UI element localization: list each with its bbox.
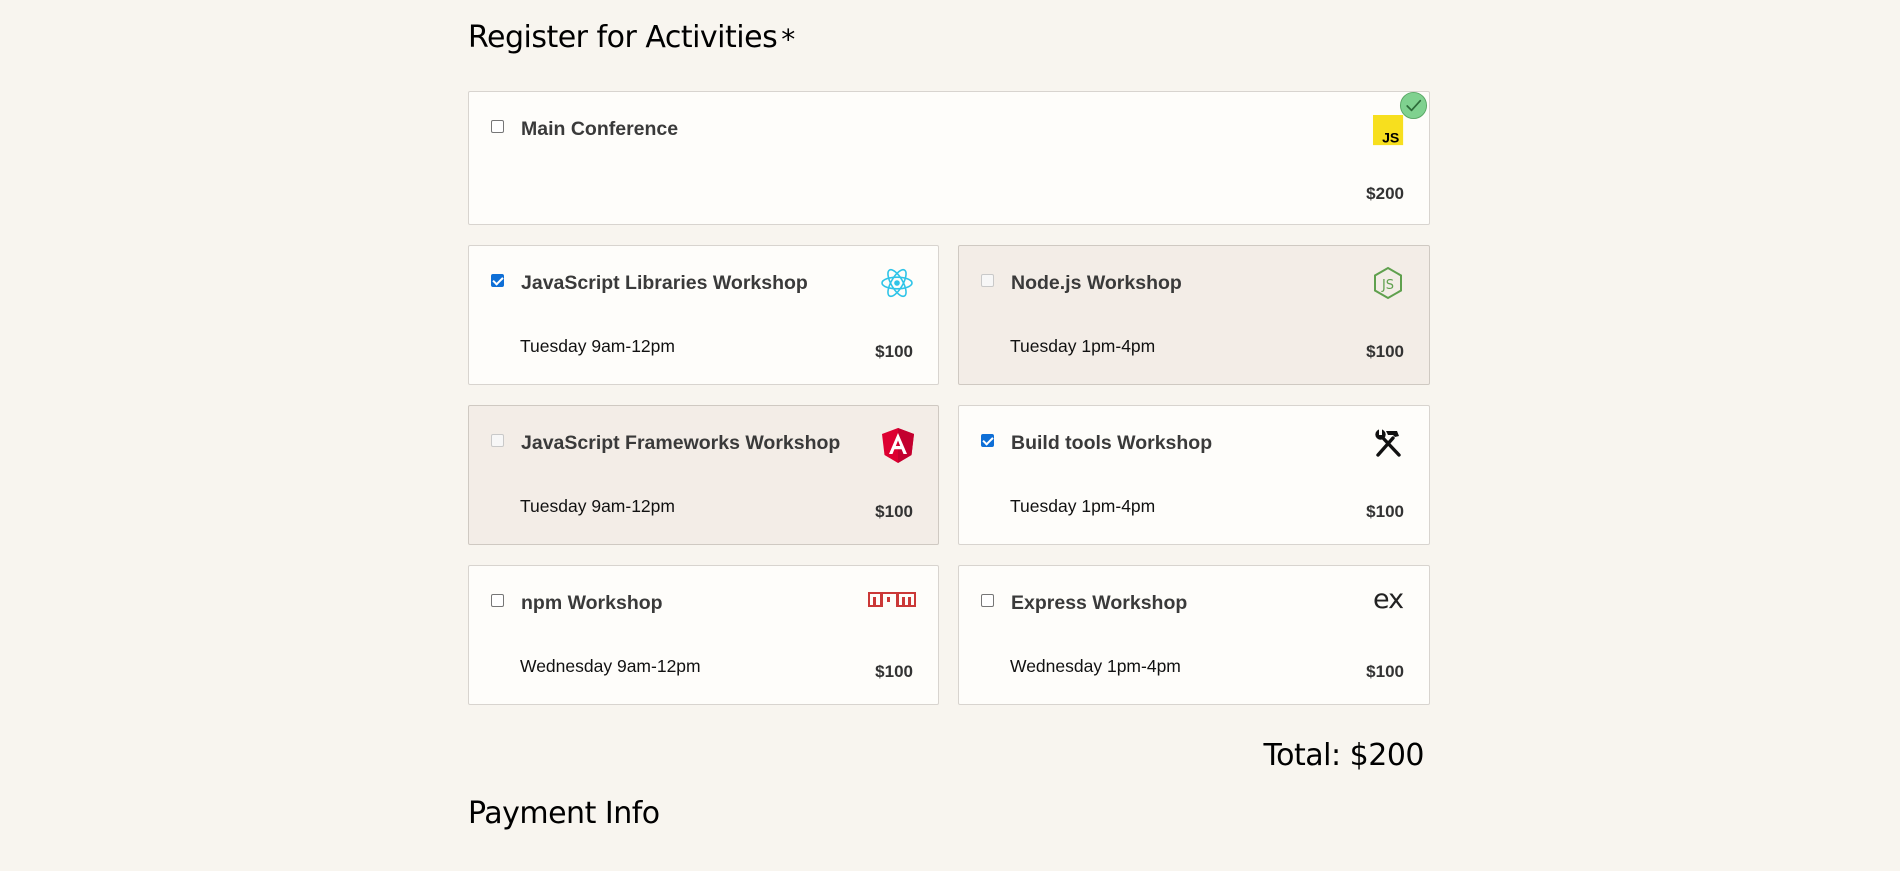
activity-schedule: Tuesday 9am-12pm [520,336,675,356]
react-logo-icon [881,268,913,298]
activity-schedule: Tuesday 1pm-4pm [1010,496,1156,516]
check-circle-icon [1399,91,1428,120]
activity-title: Main Conference [521,118,679,140]
npm-checkbox[interactable] [491,594,504,607]
activity-js-frameworks: JavaScript Frameworks Workshop Tuesday 9… [468,405,939,545]
angular-logo-icon [882,428,914,463]
activity-js-libraries[interactable]: JavaScript Libraries Workshop Tuesday 9a… [468,245,939,385]
activity-price: $200 [1366,184,1404,203]
js-libraries-checkbox[interactable] [491,274,504,287]
express-logo-icon: ex [1373,584,1405,615]
activity-main-conference[interactable]: Main Conference JS $200 [468,91,1430,225]
svg-text:JS: JS [1381,278,1394,293]
payment-heading: Payment Info [468,796,660,831]
activity-title: Build tools Workshop [1011,432,1213,454]
activity-schedule: Wednesday 9am-12pm [520,656,701,676]
activities-heading-text: Register for Activities [468,20,778,55]
hammer-wrench-icon [1375,429,1401,457]
nodejs-checkbox [981,274,994,287]
required-marker: * [781,23,795,56]
activity-title: JavaScript Frameworks Workshop [521,432,841,454]
activity-build-tools[interactable]: Build tools Workshop Tuesday 1pm-4pm $10… [958,405,1430,545]
activity-price: $100 [875,502,913,521]
activity-title: Node.js Workshop [1011,272,1182,294]
activity-title: npm Workshop [521,592,663,614]
activity-schedule: Tuesday 1pm-4pm [1010,336,1156,356]
activity-title: JavaScript Libraries Workshop [521,272,808,294]
activity-title: Express Workshop [1011,592,1188,614]
svg-text:ex: ex [1373,584,1404,615]
activity-nodejs: Node.js Workshop JS Tuesday 1pm-4pm $100 [958,245,1430,385]
main-conference-checkbox[interactable] [491,120,504,133]
activity-schedule: Wednesday 1pm-4pm [1010,656,1181,676]
express-checkbox[interactable] [981,594,994,607]
total-cost: Total: $200 [1263,738,1424,773]
nodejs-logo-icon: JS [1374,266,1402,300]
activity-price: $100 [875,342,913,361]
build-tools-checkbox[interactable] [981,434,994,447]
activity-price: $100 [1366,342,1404,361]
activity-price: $100 [875,662,913,681]
activities-heading: Register for Activities * [468,20,795,56]
activity-price: $100 [1366,662,1404,681]
activity-schedule: Tuesday 9am-12pm [520,496,675,516]
npm-logo-icon [868,592,916,608]
activity-express[interactable]: Express Workshop ex Wednesday 1pm-4pm $1… [958,565,1430,705]
svg-text:JS: JS [1382,129,1399,145]
activity-price: $100 [1366,502,1404,521]
activity-npm[interactable]: npm Workshop Wednesday 9am-12pm $100 [468,565,939,705]
js-frameworks-checkbox [491,434,504,447]
